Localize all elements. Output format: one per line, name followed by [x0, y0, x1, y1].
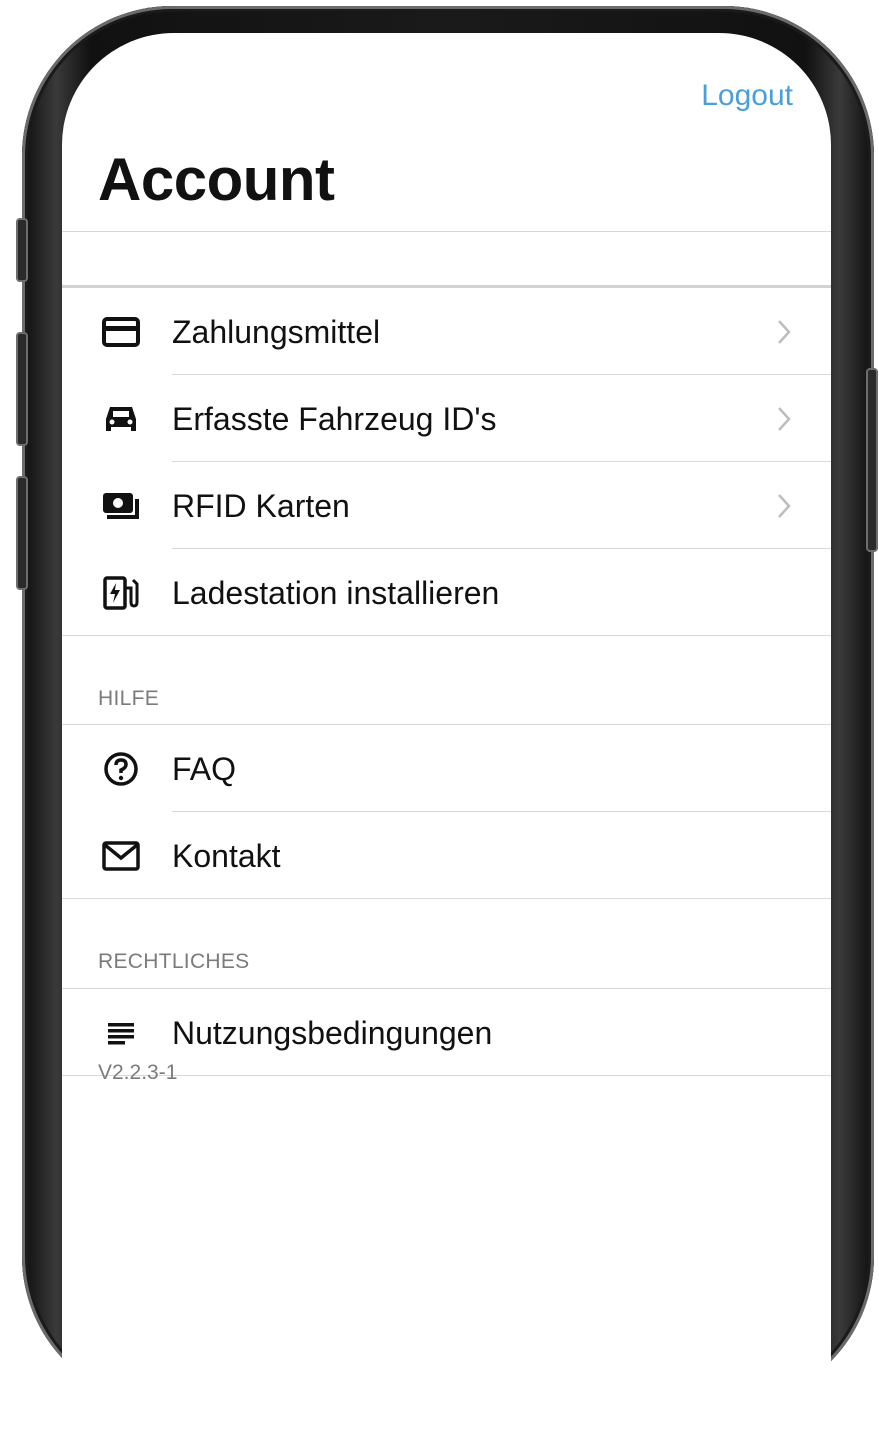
menu-item-zahlungsmittel[interactable]: Zahlungsmittel — [62, 289, 831, 375]
power-button — [866, 368, 878, 552]
divider — [172, 811, 831, 812]
divider — [62, 724, 831, 725]
divider — [62, 635, 831, 636]
menu-item-label: Nutzungsbedingungen — [172, 1014, 493, 1051]
menu-item-faq[interactable]: FAQ — [62, 726, 831, 812]
envelope-icon — [100, 835, 142, 877]
chevron-right-icon — [775, 317, 793, 347]
menu-item-label: Ladestation installieren — [172, 574, 500, 611]
divider — [62, 231, 831, 232]
chevron-right-icon — [775, 404, 793, 434]
menu-item-ladestation[interactable]: Ladestation installieren — [62, 550, 831, 636]
chevron-right-icon — [775, 491, 793, 521]
menu-item-label: Erfasste Fahrzeug ID's — [172, 400, 497, 437]
silent-switch — [16, 218, 28, 282]
app-screen: Logout Account Zahlungsmittel Erfasste F… — [62, 33, 831, 1433]
divider — [62, 285, 831, 288]
menu-item-label: RFID Karten — [172, 487, 350, 524]
credit-card-icon — [100, 311, 142, 353]
logout-button[interactable]: Logout — [701, 79, 793, 113]
section-header-rechtliches: RECHTLICHES — [98, 950, 250, 973]
menu-item-label: FAQ — [172, 750, 237, 787]
volume-down-button — [16, 476, 28, 590]
question-circle-icon — [100, 748, 142, 790]
menu-item-fahrzeug-ids[interactable]: Erfasste Fahrzeug ID's — [62, 376, 831, 462]
page-title: Account — [98, 146, 335, 213]
divider — [62, 988, 831, 989]
menu-item-label: Kontakt — [172, 837, 281, 874]
app-version: V2.2.3-1 — [98, 1061, 178, 1084]
menu-item-rfid-karten[interactable]: RFID Karten — [62, 463, 831, 549]
volume-up-button — [16, 332, 28, 446]
document-lines-icon — [100, 1012, 142, 1054]
menu-item-label: Zahlungsmittel — [172, 313, 381, 350]
rfid-card-icon — [100, 485, 142, 527]
divider — [172, 548, 831, 549]
section-header-hilfe: HILFE — [98, 687, 160, 710]
divider — [172, 461, 831, 462]
menu-item-kontakt[interactable]: Kontakt — [62, 813, 831, 899]
charging-station-icon — [100, 572, 142, 614]
car-icon — [100, 398, 142, 440]
divider — [62, 898, 831, 899]
divider — [172, 374, 831, 375]
